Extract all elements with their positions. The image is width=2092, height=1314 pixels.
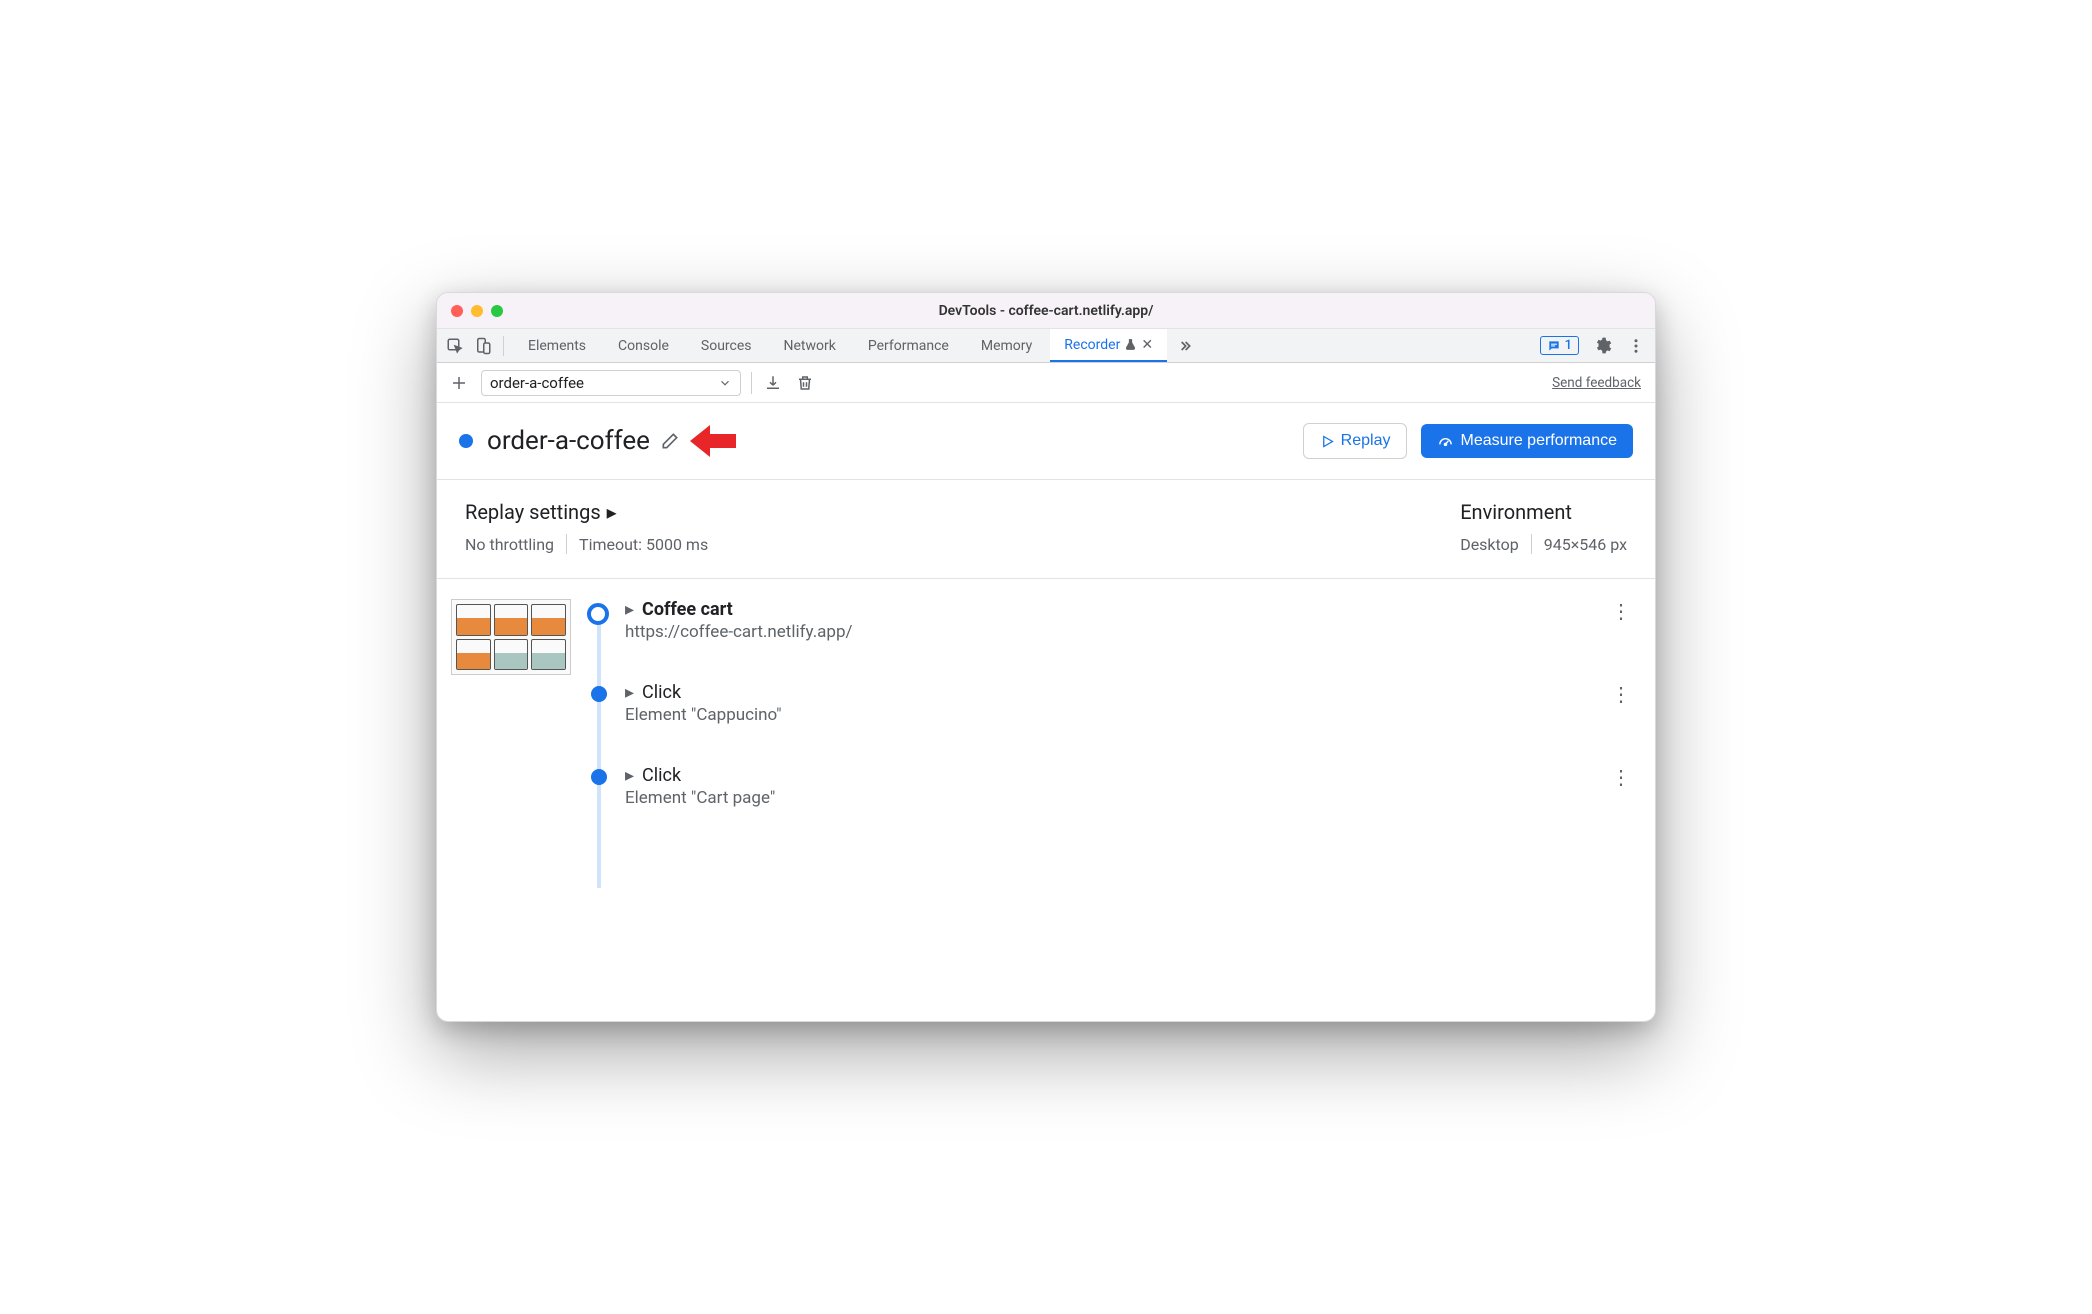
edit-title-button[interactable] xyxy=(660,431,680,451)
tab-recorder[interactable]: Recorder ✕ xyxy=(1050,329,1167,362)
recording-select[interactable]: order-a-coffee xyxy=(481,370,741,396)
step-marker xyxy=(591,686,607,702)
step-menu-button[interactable]: ⋮ xyxy=(1611,599,1655,642)
step-menu-button[interactable]: ⋮ xyxy=(1611,682,1655,725)
environment-device: Desktop xyxy=(1460,535,1519,554)
timeout-value: Timeout: 5000 ms xyxy=(579,535,708,554)
step-item[interactable]: ▸ Coffee cart https://coffee-cart.netlify… xyxy=(585,599,1655,642)
divider xyxy=(751,372,752,394)
step-thumbnail xyxy=(451,599,571,675)
recording-header: order-a-coffee Replay Measure performanc… xyxy=(437,403,1655,480)
close-tab-icon[interactable]: ✕ xyxy=(1141,337,1153,353)
step-subtitle: https://coffee-cart.netlify.app/ xyxy=(625,622,1611,642)
steps-timeline: ▸ Coffee cart https://coffee-cart.netlify… xyxy=(585,599,1655,848)
step-subtitle: Element "Cappucino" xyxy=(625,705,1611,725)
steps-area[interactable]: ▸ Coffee cart https://coffee-cart.netlify… xyxy=(437,579,1655,1021)
tab-label: Elements xyxy=(528,338,586,354)
tab-label: Recorder xyxy=(1064,337,1120,353)
step-title-text: Click xyxy=(642,682,681,703)
tab-label: Sources xyxy=(701,338,752,354)
minimize-window-button[interactable] xyxy=(471,305,483,317)
tab-console[interactable]: Console xyxy=(604,329,683,362)
more-options-icon[interactable] xyxy=(1627,337,1647,355)
measure-button-label: Measure performance xyxy=(1460,432,1617,450)
environment-label: Environment xyxy=(1460,500,1572,524)
recorder-toolbar: order-a-coffee Send feedback xyxy=(437,363,1655,403)
issues-badge[interactable]: 1 xyxy=(1540,336,1579,355)
chevron-down-icon xyxy=(718,376,732,390)
tab-label: Performance xyxy=(868,338,949,354)
play-icon xyxy=(1320,434,1335,449)
chat-icon xyxy=(1547,339,1561,353)
send-feedback-link[interactable]: Send feedback xyxy=(1552,375,1641,391)
device-toolbar-icon[interactable] xyxy=(473,336,493,356)
replay-button[interactable]: Replay xyxy=(1303,423,1408,459)
step-marker xyxy=(591,769,607,785)
tab-network[interactable]: Network xyxy=(770,329,850,362)
zoom-window-button[interactable] xyxy=(491,305,503,317)
annotation-arrow-icon xyxy=(688,421,738,461)
replay-settings-toggle[interactable]: Replay settings ▸ xyxy=(465,500,1460,524)
gauge-icon xyxy=(1437,433,1454,450)
window-title: DevTools - coffee-cart.netlify.app/ xyxy=(939,303,1154,319)
tab-label: Memory xyxy=(981,338,1032,354)
issues-count: 1 xyxy=(1565,338,1572,353)
flask-icon xyxy=(1124,338,1137,351)
caret-right-icon: ▸ xyxy=(625,599,634,620)
replay-button-label: Replay xyxy=(1341,432,1391,450)
recording-title: order-a-coffee xyxy=(487,426,650,456)
caret-right-icon: ▸ xyxy=(625,765,634,786)
window-titlebar: DevTools - coffee-cart.netlify.app/ xyxy=(437,293,1655,329)
measure-performance-button[interactable]: Measure performance xyxy=(1421,424,1633,458)
tab-performance[interactable]: Performance xyxy=(854,329,963,362)
panel-tabstrip: Elements Console Sources Network Perform… xyxy=(437,329,1655,363)
step-menu-button[interactable]: ⋮ xyxy=(1611,765,1655,808)
step-title-text: Coffee cart xyxy=(642,599,733,620)
timeline-line xyxy=(597,613,601,888)
new-recording-button[interactable] xyxy=(447,371,471,395)
settings-icon[interactable] xyxy=(1593,336,1613,355)
delete-button[interactable] xyxy=(794,372,816,394)
recording-status-dot xyxy=(459,434,473,448)
recording-select-value: order-a-coffee xyxy=(490,374,584,392)
step-subtitle: Element "Cart page" xyxy=(625,788,1611,808)
tab-sources[interactable]: Sources xyxy=(687,329,766,362)
environment-viewport: 945×546 px xyxy=(1544,535,1627,554)
step-item[interactable]: ▸ Click Element "Cart page" ⋮ xyxy=(585,765,1655,808)
caret-right-icon: ▸ xyxy=(607,500,617,524)
devtools-window: DevTools - coffee-cart.netlify.app/ Elem… xyxy=(436,292,1656,1022)
tab-label: Console xyxy=(618,338,669,354)
traffic-lights xyxy=(451,305,503,317)
tab-label: Network xyxy=(784,338,836,354)
step-title-text: Click xyxy=(642,765,681,786)
divider xyxy=(566,534,567,554)
settings-row: Replay settings ▸ No throttling Timeout:… xyxy=(437,480,1655,579)
inspect-element-icon[interactable] xyxy=(445,336,465,356)
close-window-button[interactable] xyxy=(451,305,463,317)
throttling-value: No throttling xyxy=(465,535,554,554)
tab-elements[interactable]: Elements xyxy=(514,329,600,362)
tab-memory[interactable]: Memory xyxy=(967,329,1046,362)
step-item[interactable]: ▸ Click Element "Cappucino" ⋮ xyxy=(585,682,1655,725)
divider xyxy=(1531,534,1532,554)
more-tabs-button[interactable] xyxy=(1171,329,1199,362)
replay-settings-label: Replay settings xyxy=(465,500,601,524)
caret-right-icon: ▸ xyxy=(625,682,634,703)
step-marker xyxy=(587,603,609,625)
export-button[interactable] xyxy=(762,372,784,394)
